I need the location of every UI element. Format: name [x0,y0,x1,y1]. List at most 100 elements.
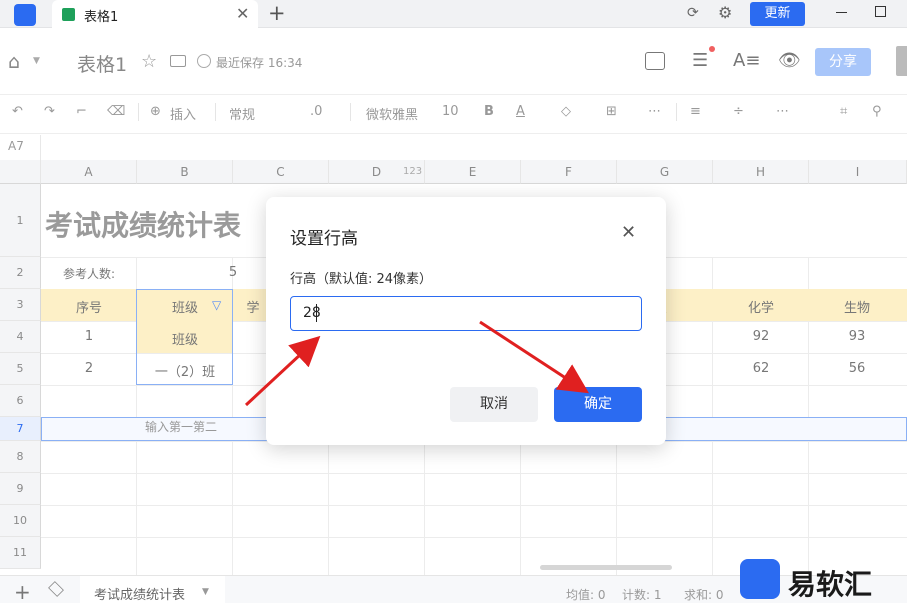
align-icon[interactable]: ≡ [690,104,701,119]
table-header-cell[interactable]: 生物 [809,297,905,316]
table-cell[interactable]: 92 [713,329,809,344]
border-icon[interactable]: ⊞ [606,104,617,119]
search-icon[interactable]: ⚲ [872,104,882,119]
stat-count: 计数: 1 [622,588,662,602]
tab-title: 表格1 [84,10,119,25]
notification-dot [709,46,715,52]
stat-sum: 求和: 0 [684,588,724,602]
row-header[interactable]: 9 [0,473,41,505]
table-header-cell[interactable]: 序号 [41,297,137,316]
watermark-logo-icon [740,559,780,599]
row-header[interactable]: 8 [0,441,41,473]
column-type-badge: 123 [403,166,423,177]
save-status: 最近保存 16:34 [216,56,303,70]
eraser-icon[interactable]: ⌫ [107,104,125,119]
cell-text[interactable]: 参考人数: [41,265,137,282]
column-header[interactable]: H [713,160,809,184]
table-cell[interactable]: 93 [809,329,905,344]
row-header[interactable]: 3 [0,289,41,321]
sheet-icon [62,8,75,21]
cancel-button[interactable]: 取消 [450,387,538,422]
number-format-select[interactable]: 常规 [229,104,255,123]
avatar[interactable] [896,46,907,76]
sheet-tab-label[interactable]: 考试成绩统计表 [94,584,185,603]
home-icon[interactable]: ⌂ [8,51,20,73]
column-header[interactable]: G [617,160,713,184]
font-size-select[interactable]: 10 [442,104,459,119]
text-style-icon[interactable]: A≡ [733,50,760,71]
share-button[interactable]: 分享 [815,48,871,76]
update-button[interactable]: 更新 [750,2,805,26]
table-cell[interactable]: 一（2）班 [137,361,233,380]
column-header[interactable]: I [809,160,907,184]
row-header[interactable]: 1 [0,184,41,257]
undo-icon[interactable]: ↶ [12,104,23,119]
bold-button[interactable]: B [484,104,494,119]
collaborator-icon[interactable]: 👁 [778,50,801,71]
saved-check-icon [197,54,211,68]
chevron-down-icon[interactable]: ▼ [202,587,209,597]
stat-average: 均值: 0 [566,588,606,602]
cell-reference[interactable]: A7 [8,139,24,153]
table-cell[interactable]: 2 [41,361,137,376]
chevron-down-icon[interactable]: ▼ [33,56,40,66]
dialog-label: 行高（默认值: 24像素） [290,272,433,287]
row-header[interactable]: 10 [0,505,41,537]
grid-line [41,537,907,538]
menu-icon[interactable]: ☰ [692,50,708,71]
insert-menu[interactable]: 插入 [170,104,196,123]
star-icon[interactable]: ☆ [141,51,157,72]
confirm-button[interactable]: 确定 [554,387,642,422]
column-header[interactable]: B [137,160,233,184]
divider [215,103,216,121]
row-header[interactable]: 4 [0,321,41,353]
table-header-cell[interactable]: 化学 [713,297,809,316]
new-tab-icon[interactable]: + [268,1,286,25]
table-cell[interactable]: 62 [713,361,809,376]
valign-icon[interactable]: ÷ [733,104,744,119]
column-header[interactable]: E [425,160,521,184]
gear-icon[interactable]: ⚙ [718,3,732,22]
row-height-input[interactable]: 28 [290,296,642,331]
font-select[interactable]: 微软雅黑 [366,104,418,123]
column-header[interactable]: A [41,160,137,184]
more-icon[interactable]: ⋯ [776,104,789,119]
column-header[interactable]: C [233,160,329,184]
row-header[interactable]: 11 [0,537,41,569]
app-logo-icon[interactable] [14,4,36,26]
close-icon[interactable]: ✕ [621,222,636,243]
font-color-button[interactable]: A [516,104,525,119]
folder-icon[interactable] [170,55,186,67]
decimal-button[interactable]: .0 [310,104,322,119]
divider [350,103,351,121]
sheet-title[interactable]: 考试成绩统计表 [45,204,241,244]
sync-icon[interactable]: ⟳ [687,5,699,21]
row-header[interactable]: 5 [0,353,41,385]
table-cell[interactable]: 1 [41,329,137,344]
insert-icon[interactable]: ⊕ [150,104,161,119]
dialog-title: 设置行高 [290,229,358,249]
row-header[interactable]: 2 [0,257,41,289]
add-sheet-icon[interactable]: + [14,580,31,603]
close-tab-icon[interactable]: ✕ [236,4,249,23]
doc-header [0,29,907,94]
format-painter-icon[interactable]: ⌐ [76,104,87,119]
clear-icon[interactable]: ⌗ [840,104,847,119]
maximize-icon[interactable] [875,6,886,17]
fill-color-icon[interactable]: ◇ [561,104,571,119]
document-tab[interactable] [52,0,258,28]
row-header-selected[interactable]: 7 [0,417,41,441]
table-cell[interactable]: 56 [809,361,905,376]
task-check-icon[interactable] [645,52,665,70]
minimize-icon[interactable] [836,12,847,13]
more-icon[interactable]: ⋯ [648,104,661,119]
watermark-text: 易软汇 [788,568,873,601]
row-header[interactable]: 6 [0,385,41,417]
column-header[interactable]: F [521,160,617,184]
horizontal-scrollbar[interactable] [540,565,672,570]
doc-title[interactable]: 表格1 [77,50,127,77]
grid-line [41,505,907,506]
select-all-corner[interactable] [0,160,41,184]
redo-icon[interactable]: ↷ [44,104,55,119]
cell-text[interactable]: 输入第一第二 [145,418,217,435]
